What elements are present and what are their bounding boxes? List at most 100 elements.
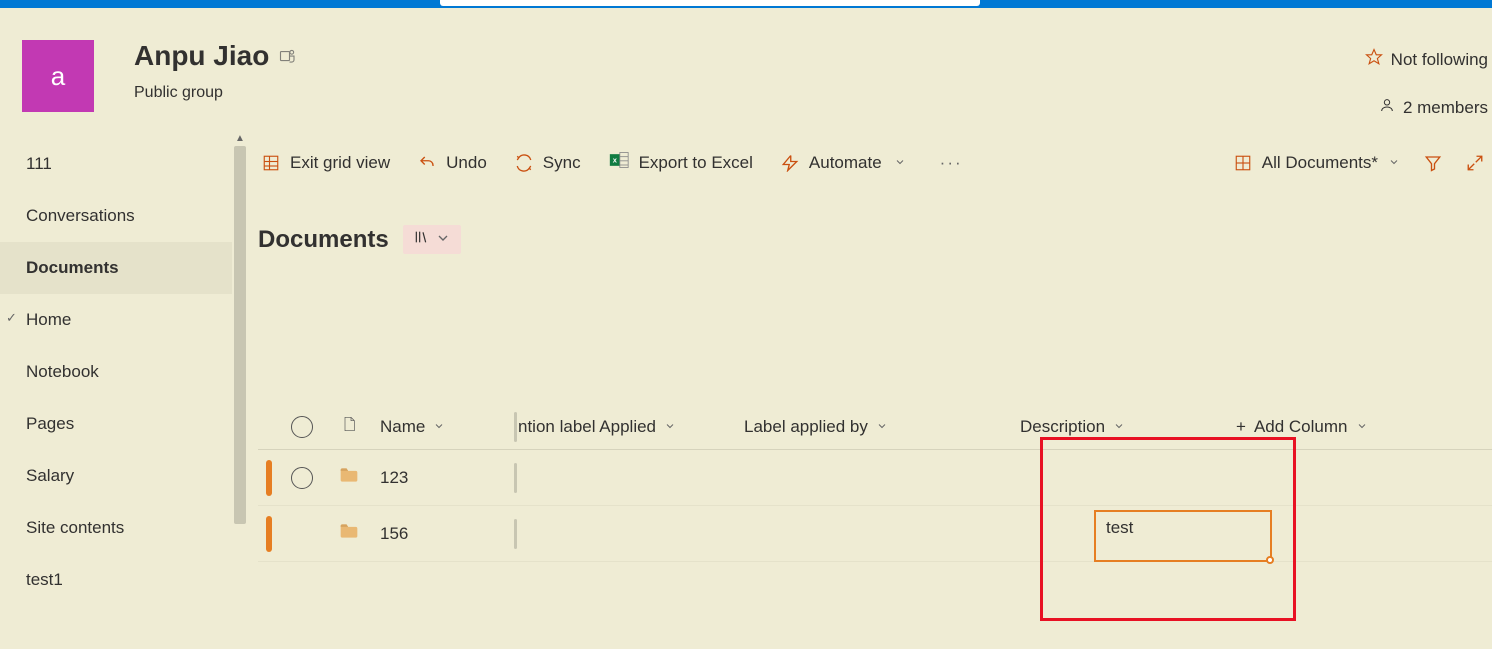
automate-button[interactable]: Automate [781,153,906,173]
view-selector[interactable]: All Documents* [1234,153,1400,173]
table-row[interactable]: 123 [258,450,1492,506]
undo-icon [418,154,436,172]
description-edit-cell[interactable]: test [1094,510,1272,562]
chevron-down-icon [664,417,676,437]
document-grid: Name ntion label Applied Label applied b… [258,404,1492,562]
undo-label: Undo [446,153,487,173]
sidebar: 111 Conversations Documents Home Noteboo… [0,132,248,641]
main-content: Exit grid view Undo Sync x Export to Exc… [248,132,1492,641]
column-resize-handle[interactable] [512,404,518,450]
item-type [326,465,372,490]
column-name-label: Name [380,417,425,437]
item-name[interactable]: 123 [372,468,512,488]
sidebar-item-documents[interactable]: Documents [0,242,248,294]
folder-icon [338,465,360,490]
folder-icon [338,521,360,546]
site-title: Anpu Jiao [134,40,1490,72]
cell-divider [738,511,744,557]
content-area: 111 Conversations Documents Home Noteboo… [0,132,1492,641]
add-column-button[interactable]: + Add Column [1236,417,1396,437]
expand-icon[interactable] [1466,154,1484,172]
add-column-label: Add Column [1254,417,1348,437]
grid-header: Name ntion label Applied Label applied b… [258,404,1492,450]
page-title: Documents [258,226,389,254]
undo-button[interactable]: Undo [418,153,487,173]
automate-icon [781,154,799,172]
column-retention-label: ntion label Applied [518,417,656,437]
column-description-label: Description [1020,417,1105,437]
automate-label: Automate [809,153,882,173]
column-label-by[interactable]: Label applied by [744,417,1014,437]
follow-button[interactable]: Not following [1365,48,1488,71]
cell-divider [1014,511,1020,557]
item-name[interactable]: 156 [372,524,512,544]
person-icon [1379,97,1395,118]
select-all[interactable] [278,416,326,438]
chevron-down-icon [435,230,451,249]
exit-grid-button[interactable]: Exit grid view [262,153,390,173]
file-icon [341,414,357,439]
members-button[interactable]: 2 members [1379,97,1488,118]
sidebar-item-salary[interactable]: Salary [0,450,248,502]
column-resize-handle[interactable] [738,404,744,450]
site-title-text: Anpu Jiao [134,40,269,72]
column-name[interactable]: Name [372,417,512,437]
grid-icon [262,154,280,172]
sidebar-item-home[interactable]: Home [0,294,248,346]
column-resize-handle[interactable] [1230,404,1236,450]
chevron-down-icon [1113,417,1125,437]
teams-icon[interactable] [279,40,297,72]
page-title-row: Documents [258,225,1492,254]
sidebar-item-notebook[interactable]: Notebook [0,346,248,398]
row-select[interactable] [278,467,326,489]
header-info: Anpu Jiao Public group [134,40,1490,102]
scrollbar-thumb[interactable] [234,146,246,524]
plus-icon: + [1236,417,1246,437]
exit-grid-label: Exit grid view [290,153,390,173]
row-marker [266,460,272,496]
sync-label: Sync [543,153,581,173]
view-name-label: All Documents* [1262,153,1378,173]
export-label: Export to Excel [639,153,753,173]
view-switcher[interactable] [403,225,461,254]
sidebar-item-test1[interactable]: test1 [0,554,248,606]
site-header: a Anpu Jiao Public group Not following 2… [0,8,1492,132]
chevron-down-icon [894,153,906,173]
column-resize-handle[interactable] [1014,404,1020,450]
scroll-up-icon[interactable]: ▲ [234,132,246,144]
members-label: 2 members [1403,98,1488,118]
search-bar-placeholder[interactable] [440,0,980,6]
item-type [326,521,372,546]
circle-icon [291,416,313,438]
chevron-down-icon [1356,417,1368,437]
sidebar-item-pages[interactable]: Pages [0,398,248,450]
row-marker [266,516,272,552]
column-type[interactable] [326,414,372,439]
export-excel-button[interactable]: x Export to Excel [609,150,753,175]
chevron-down-icon [876,417,888,437]
table-row[interactable]: 156 [258,506,1492,562]
cell-divider [738,455,744,501]
sidebar-scrollbar[interactable]: ▲ [232,132,248,641]
library-icon [413,229,429,250]
toolbar-right: All Documents* [1234,153,1492,173]
circle-icon [291,467,313,489]
sidebar-item-conversations[interactable]: Conversations [0,190,248,242]
cell-divider [1014,455,1020,501]
cell-divider [512,455,518,501]
sidebar-item-111[interactable]: 111 [0,138,248,190]
cell-divider [512,511,518,557]
column-description[interactable]: Description [1020,417,1230,437]
more-button[interactable]: ··· [934,153,969,173]
site-logo[interactable]: a [22,40,94,112]
chevron-down-icon [433,417,445,437]
excel-icon: x [609,150,629,175]
resize-handle[interactable] [1266,556,1274,564]
star-icon [1365,48,1383,71]
command-bar: Exit grid view Undo Sync x Export to Exc… [258,150,1492,175]
filter-icon[interactable] [1424,154,1442,172]
sidebar-item-site-contents[interactable]: Site contents [0,502,248,554]
column-retention[interactable]: ntion label Applied [518,417,738,437]
view-icon [1234,154,1252,172]
sync-button[interactable]: Sync [515,153,581,173]
